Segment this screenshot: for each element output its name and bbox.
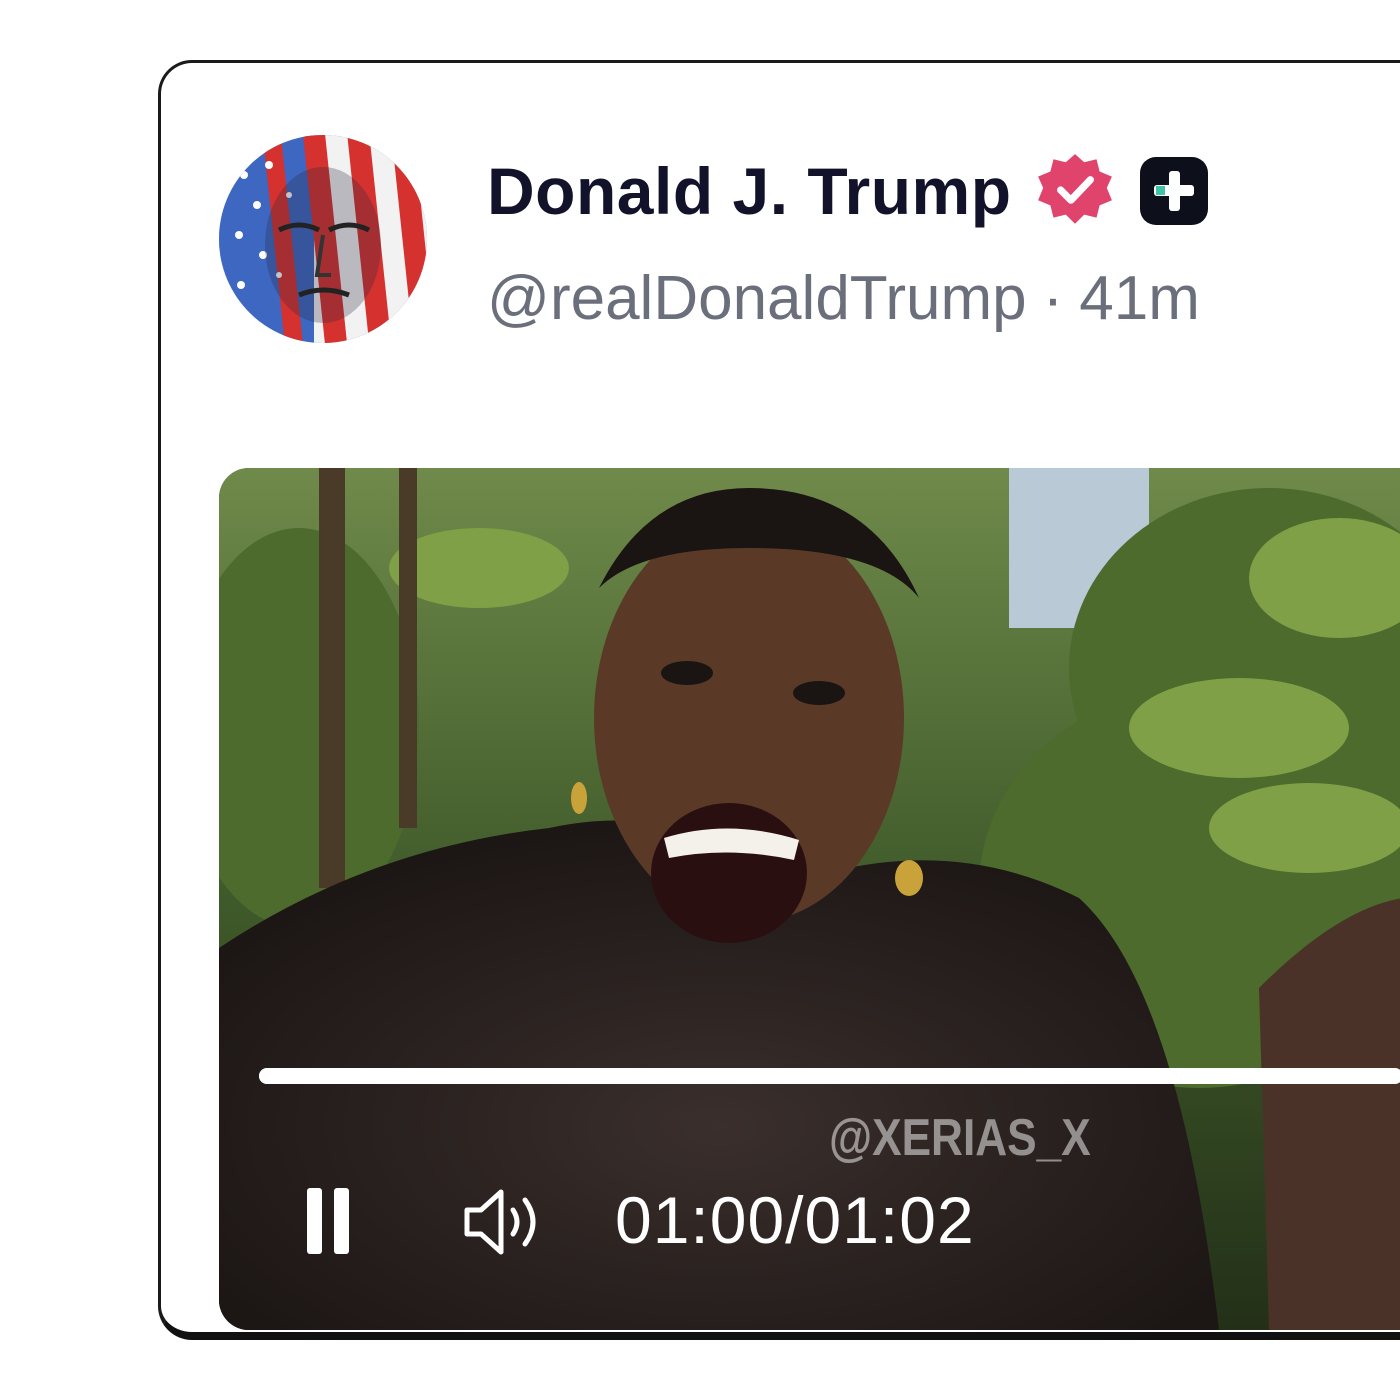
post-timestamp[interactable]: 41m: [1079, 263, 1200, 334]
author-name[interactable]: Donald J. Trump: [487, 153, 1012, 229]
handle-separator: ·: [1042, 264, 1064, 333]
post-card: Donald J. Trump @realDonaldTrump · 41m @…: [158, 60, 1400, 1340]
profile-avatar[interactable]: [219, 135, 427, 343]
video-watermark: @XERIAS_X: [829, 1109, 1091, 1167]
handle-row: @realDonaldTrump · 41m: [487, 263, 1200, 334]
avatar-flag-portrait-image: [219, 135, 427, 343]
video-duration: 01:02: [804, 1183, 975, 1257]
video-progress-fill: [259, 1068, 1369, 1084]
plus-badge-icon: [1139, 157, 1208, 225]
volume-icon[interactable]: [461, 1182, 551, 1262]
video-time-display: 01:00/01:02: [615, 1182, 975, 1258]
author-row: Donald J. Trump: [487, 151, 1210, 231]
video-player[interactable]: @XERIAS_X 01:00/01:02: [219, 468, 1400, 1330]
video-controls: 01:00/01:02: [219, 1168, 1400, 1288]
current-time: 01:00: [615, 1183, 786, 1257]
verified-badge-icon: [1037, 154, 1112, 224]
time-separator: /: [785, 1183, 805, 1257]
author-handle[interactable]: @realDonaldTrump: [487, 263, 1027, 334]
pause-icon[interactable]: [303, 1188, 353, 1254]
video-progress-bar[interactable]: [259, 1068, 1400, 1084]
